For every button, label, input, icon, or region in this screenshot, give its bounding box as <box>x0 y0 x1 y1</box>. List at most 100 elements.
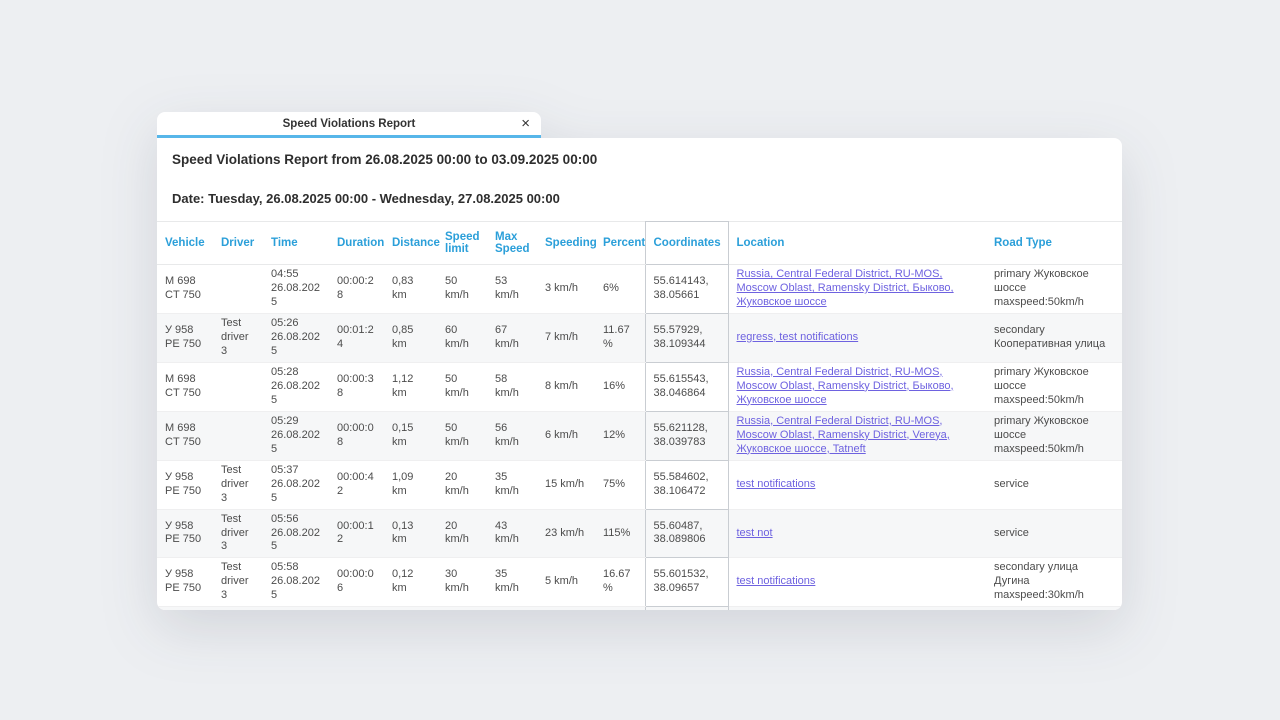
cell-distance: 1,12 km <box>384 362 437 411</box>
cell-max_speed: 56 km/h <box>487 411 537 460</box>
cell-speeding: 23 km/h <box>537 509 595 558</box>
cell-location: test notifications <box>728 460 986 509</box>
cell-driver: Test driver 3 <box>213 460 263 509</box>
report-body: Speed Violations Report from 26.08.2025 … <box>157 138 1122 610</box>
cell-location: Russia, Central Federal District, RU-MOS… <box>728 411 986 460</box>
cell-time: 05:3726.08.2025 <box>263 460 329 509</box>
cell-speeding: 3 km/h <box>537 607 595 610</box>
date: 26.08.2025 <box>271 380 321 408</box>
time-of-day: 05:26 <box>271 317 321 331</box>
cell-road_type: primary Жуковское шоссе maxspeed:50km/h <box>986 411 1122 460</box>
cell-speeding: 6 km/h <box>537 411 595 460</box>
report-date-range: Date: Tuesday, 26.08.2025 00:00 - Wednes… <box>172 191 1107 206</box>
date: 26.08.2025 <box>271 478 321 506</box>
cell-coordinates: 55.614143, 38.05661 <box>645 265 728 314</box>
cell-speeding: 8 km/h <box>537 362 595 411</box>
cell-speeding: 5 km/h <box>537 558 595 607</box>
cell-vehicle: У 958 РЕ 750 <box>157 460 213 509</box>
location-link[interactable]: Russia, Central Federal District, RU-MOS… <box>737 268 954 308</box>
location-link[interactable]: test notifications <box>737 575 816 587</box>
cell-max_speed: 67 km/h <box>487 313 537 362</box>
time-of-day: 05:37 <box>271 464 321 478</box>
location-link[interactable]: regress, test notifications <box>737 331 859 343</box>
date: 26.08.2025 <box>271 331 321 359</box>
cell-max_speed: 33 km/h <box>487 607 537 610</box>
cell-road_type: secondary Кооперативная улица <box>986 313 1122 362</box>
location-link[interactable]: test not <box>737 527 773 539</box>
column-header-duration[interactable]: Duration <box>329 222 384 265</box>
cell-vehicle: У 958 РЕ 750 <box>157 558 213 607</box>
column-header-location[interactable]: Location <box>728 222 986 265</box>
tab-title: Speed Violations Report <box>283 118 416 130</box>
cell-location: Russia, Central Federal District, RU-MOS… <box>728 265 986 314</box>
location-link[interactable]: Russia, Central Federal District, RU-MOS… <box>737 366 954 406</box>
cell-percent: 6% <box>595 265 645 314</box>
cell-time: 05:2926.08.2025 <box>263 411 329 460</box>
cell-vehicle: У 958 РЕ 750 <box>157 607 213 610</box>
time-of-day: 05:58 <box>271 561 321 575</box>
cell-speed_limit: 20 km/h <box>437 460 487 509</box>
table-row: M 698 CT 75005:2926.08.202500:00:080,15 … <box>157 411 1122 460</box>
cell-road_type: service <box>986 460 1122 509</box>
column-header-road_type[interactable]: Road Type <box>986 222 1122 265</box>
time-of-day: 05:29 <box>271 415 321 429</box>
cell-driver: Test driver 3 <box>213 607 263 610</box>
cell-location: test notifications <box>728 558 986 607</box>
time-of-day: 05:56 <box>271 513 321 527</box>
cell-percent: 75% <box>595 460 645 509</box>
cell-max_speed: 35 km/h <box>487 460 537 509</box>
cell-road_type: primary Жуковское шоссе maxspeed:50km/h <box>986 265 1122 314</box>
cell-speed_limit: 60 km/h <box>437 313 487 362</box>
cell-vehicle: У 958 РЕ 750 <box>157 313 213 362</box>
column-header-coordinates[interactable]: Coordinates <box>645 222 728 265</box>
cell-road_type: secondary улица Дугина maxspeed:30km/h <box>986 558 1122 607</box>
cell-coordinates: 55.602104, 38.099884 <box>645 607 728 610</box>
report-title: Speed Violations Report from 26.08.2025 … <box>172 152 1107 167</box>
cell-driver <box>213 362 263 411</box>
column-header-percent[interactable]: Percent <box>595 222 645 265</box>
cell-road_type: service <box>986 509 1122 558</box>
cell-percent: 11.67% <box>595 313 645 362</box>
date: 26.08.2025 <box>271 575 321 603</box>
cell-max_speed: 53 km/h <box>487 265 537 314</box>
table-row: M 698 CT 75004:5526.08.202500:00:280,83 … <box>157 265 1122 314</box>
cell-duration: 00:01:24 <box>329 313 384 362</box>
column-header-vehicle[interactable]: Vehicle <box>157 222 213 265</box>
cell-percent: 10% <box>595 607 645 610</box>
column-header-time[interactable]: Time <box>263 222 329 265</box>
column-header-speeding[interactable]: Speeding <box>537 222 595 265</box>
cell-time: 05:5626.08.2025 <box>263 509 329 558</box>
cell-max_speed: 35 km/h <box>487 558 537 607</box>
cell-speed_limit: 50 km/h <box>437 362 487 411</box>
close-icon[interactable]: × <box>521 116 530 131</box>
cell-distance: 0,83 km <box>384 265 437 314</box>
cell-road_type: primary Жуковское шоссе maxspeed:50km/h <box>986 362 1122 411</box>
cell-driver: Test driver 3 <box>213 509 263 558</box>
table-row: У 958 РЕ 750Test driver 305:5626.08.2025… <box>157 509 1122 558</box>
cell-time: 05:5826.08.2025 <box>263 607 329 610</box>
location-link[interactable]: Russia, Central Federal District, RU-MOS… <box>737 415 950 455</box>
column-header-speed_limit[interactable]: Speed limit <box>437 222 487 265</box>
cell-vehicle: M 698 CT 750 <box>157 411 213 460</box>
cell-distance: 0,04 km <box>384 607 437 610</box>
column-header-distance[interactable]: Distance <box>384 222 437 265</box>
cell-speed_limit: 50 km/h <box>437 265 487 314</box>
cell-time: 04:5526.08.2025 <box>263 265 329 314</box>
cell-distance: 1,09 km <box>384 460 437 509</box>
cell-duration: 00:00:12 <box>329 509 384 558</box>
table-header-row: VehicleDriverTimeDurationDistanceSpeed l… <box>157 222 1122 265</box>
cell-driver <box>213 265 263 314</box>
cell-coordinates: 55.601532, 38.09657 <box>645 558 728 607</box>
report-window: Speed Violations Report × Speed Violatio… <box>157 112 1122 610</box>
cell-max_speed: 43 km/h <box>487 509 537 558</box>
cell-distance: 0,85 km <box>384 313 437 362</box>
cell-duration: 00:00:06 <box>329 558 384 607</box>
table-row: M 698 CT 75005:2826.08.202500:00:381,12 … <box>157 362 1122 411</box>
column-header-max_speed[interactable]: Max Speed <box>487 222 537 265</box>
cell-road_type: secondary улица Дугина maxspeed:30km/h <box>986 607 1122 610</box>
tab-speed-violations-report[interactable]: Speed Violations Report × <box>157 112 541 138</box>
cell-speed_limit: 50 km/h <box>437 411 487 460</box>
cell-time: 05:2626.08.2025 <box>263 313 329 362</box>
location-link[interactable]: test notifications <box>737 478 816 490</box>
column-header-driver[interactable]: Driver <box>213 222 263 265</box>
